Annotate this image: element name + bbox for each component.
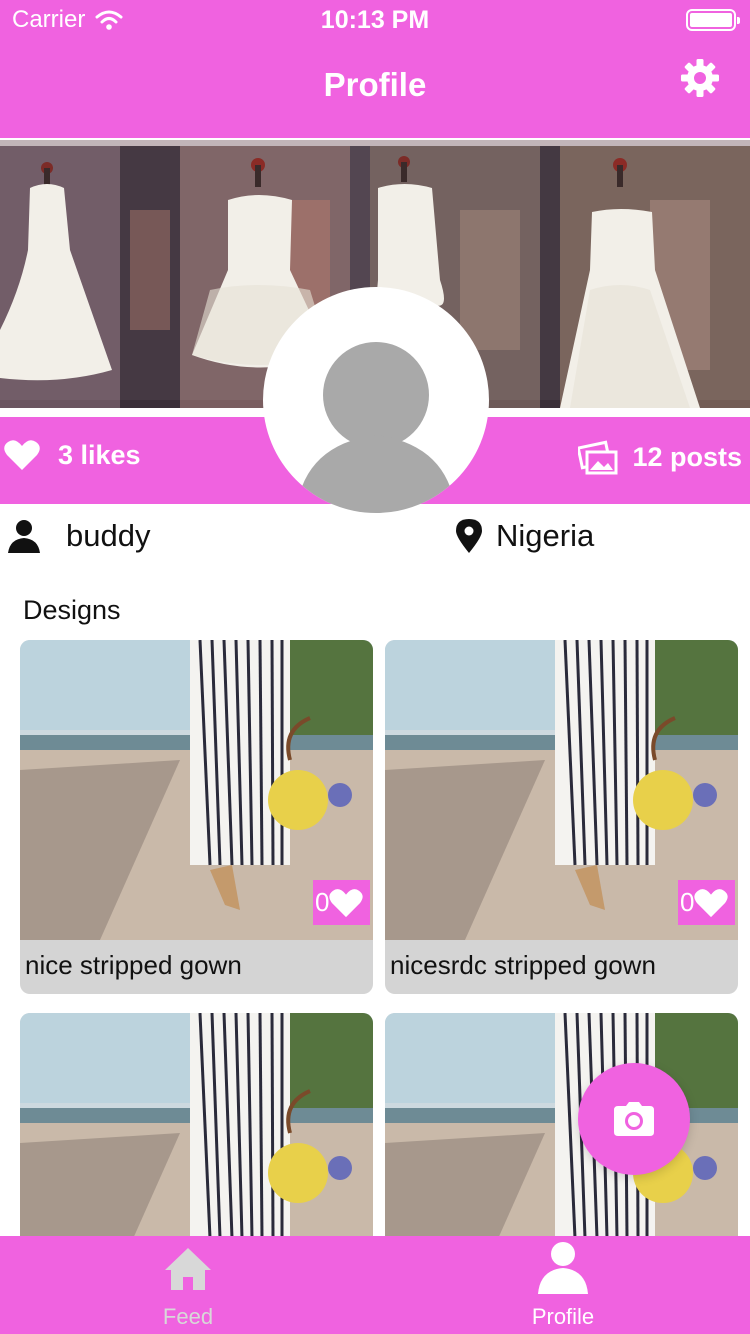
like-count: 0 <box>315 887 330 917</box>
page-title: Profile <box>323 66 427 103</box>
battery-icon <box>686 9 740 31</box>
heart-icon <box>694 888 729 917</box>
username-row: buddy <box>8 518 150 554</box>
tab-feed[interactable]: Feed <box>88 1236 288 1334</box>
camera-icon <box>614 1102 654 1136</box>
design-caption: nicesrdc stripped gown <box>390 950 656 980</box>
posts-label: 12 posts <box>632 441 742 472</box>
gear-icon[interactable] <box>680 58 720 98</box>
design-card[interactable]: 0 nice stripped gown <box>20 640 373 994</box>
design-card[interactable] <box>20 1013 373 1253</box>
status-time: 10:13 PM <box>320 6 430 34</box>
section-title: Designs <box>23 595 121 625</box>
default-avatar-icon <box>296 342 456 513</box>
tab-profile-label: Profile <box>531 1304 595 1329</box>
location-pin-icon <box>456 519 482 553</box>
home-icon <box>165 1248 211 1290</box>
heart-icon <box>329 888 364 917</box>
design-photo <box>20 1013 373 1253</box>
person-icon <box>538 1242 588 1294</box>
photos-icon <box>578 440 618 475</box>
status-bar: Carrier 10:13 PM <box>0 0 750 40</box>
like-badge[interactable]: 0 <box>313 880 370 925</box>
like-count: 0 <box>680 887 695 917</box>
tab-feed-label: Feed <box>162 1304 214 1329</box>
username: buddy <box>66 518 151 553</box>
heart-icon <box>4 440 40 470</box>
location: Nigeria <box>496 518 595 553</box>
tab-profile[interactable]: Profile <box>463 1236 663 1334</box>
camera-button[interactable] <box>578 1063 690 1175</box>
avatar[interactable] <box>263 287 489 513</box>
location-row: Nigeria <box>456 518 594 554</box>
likes-count: 3 likes <box>4 439 141 471</box>
like-badge[interactable]: 0 <box>678 880 735 925</box>
posts-count: 12 posts <box>578 439 742 475</box>
design-card[interactable]: 0 nicesrdc stripped gown <box>385 640 738 994</box>
design-caption: nice stripped gown <box>25 950 242 980</box>
top-bar: Carrier 10:13 PM Profile <box>0 0 750 138</box>
person-icon <box>8 520 40 553</box>
likes-label: 3 likes <box>58 439 141 470</box>
tab-bar: Feed Profile <box>0 1236 750 1334</box>
